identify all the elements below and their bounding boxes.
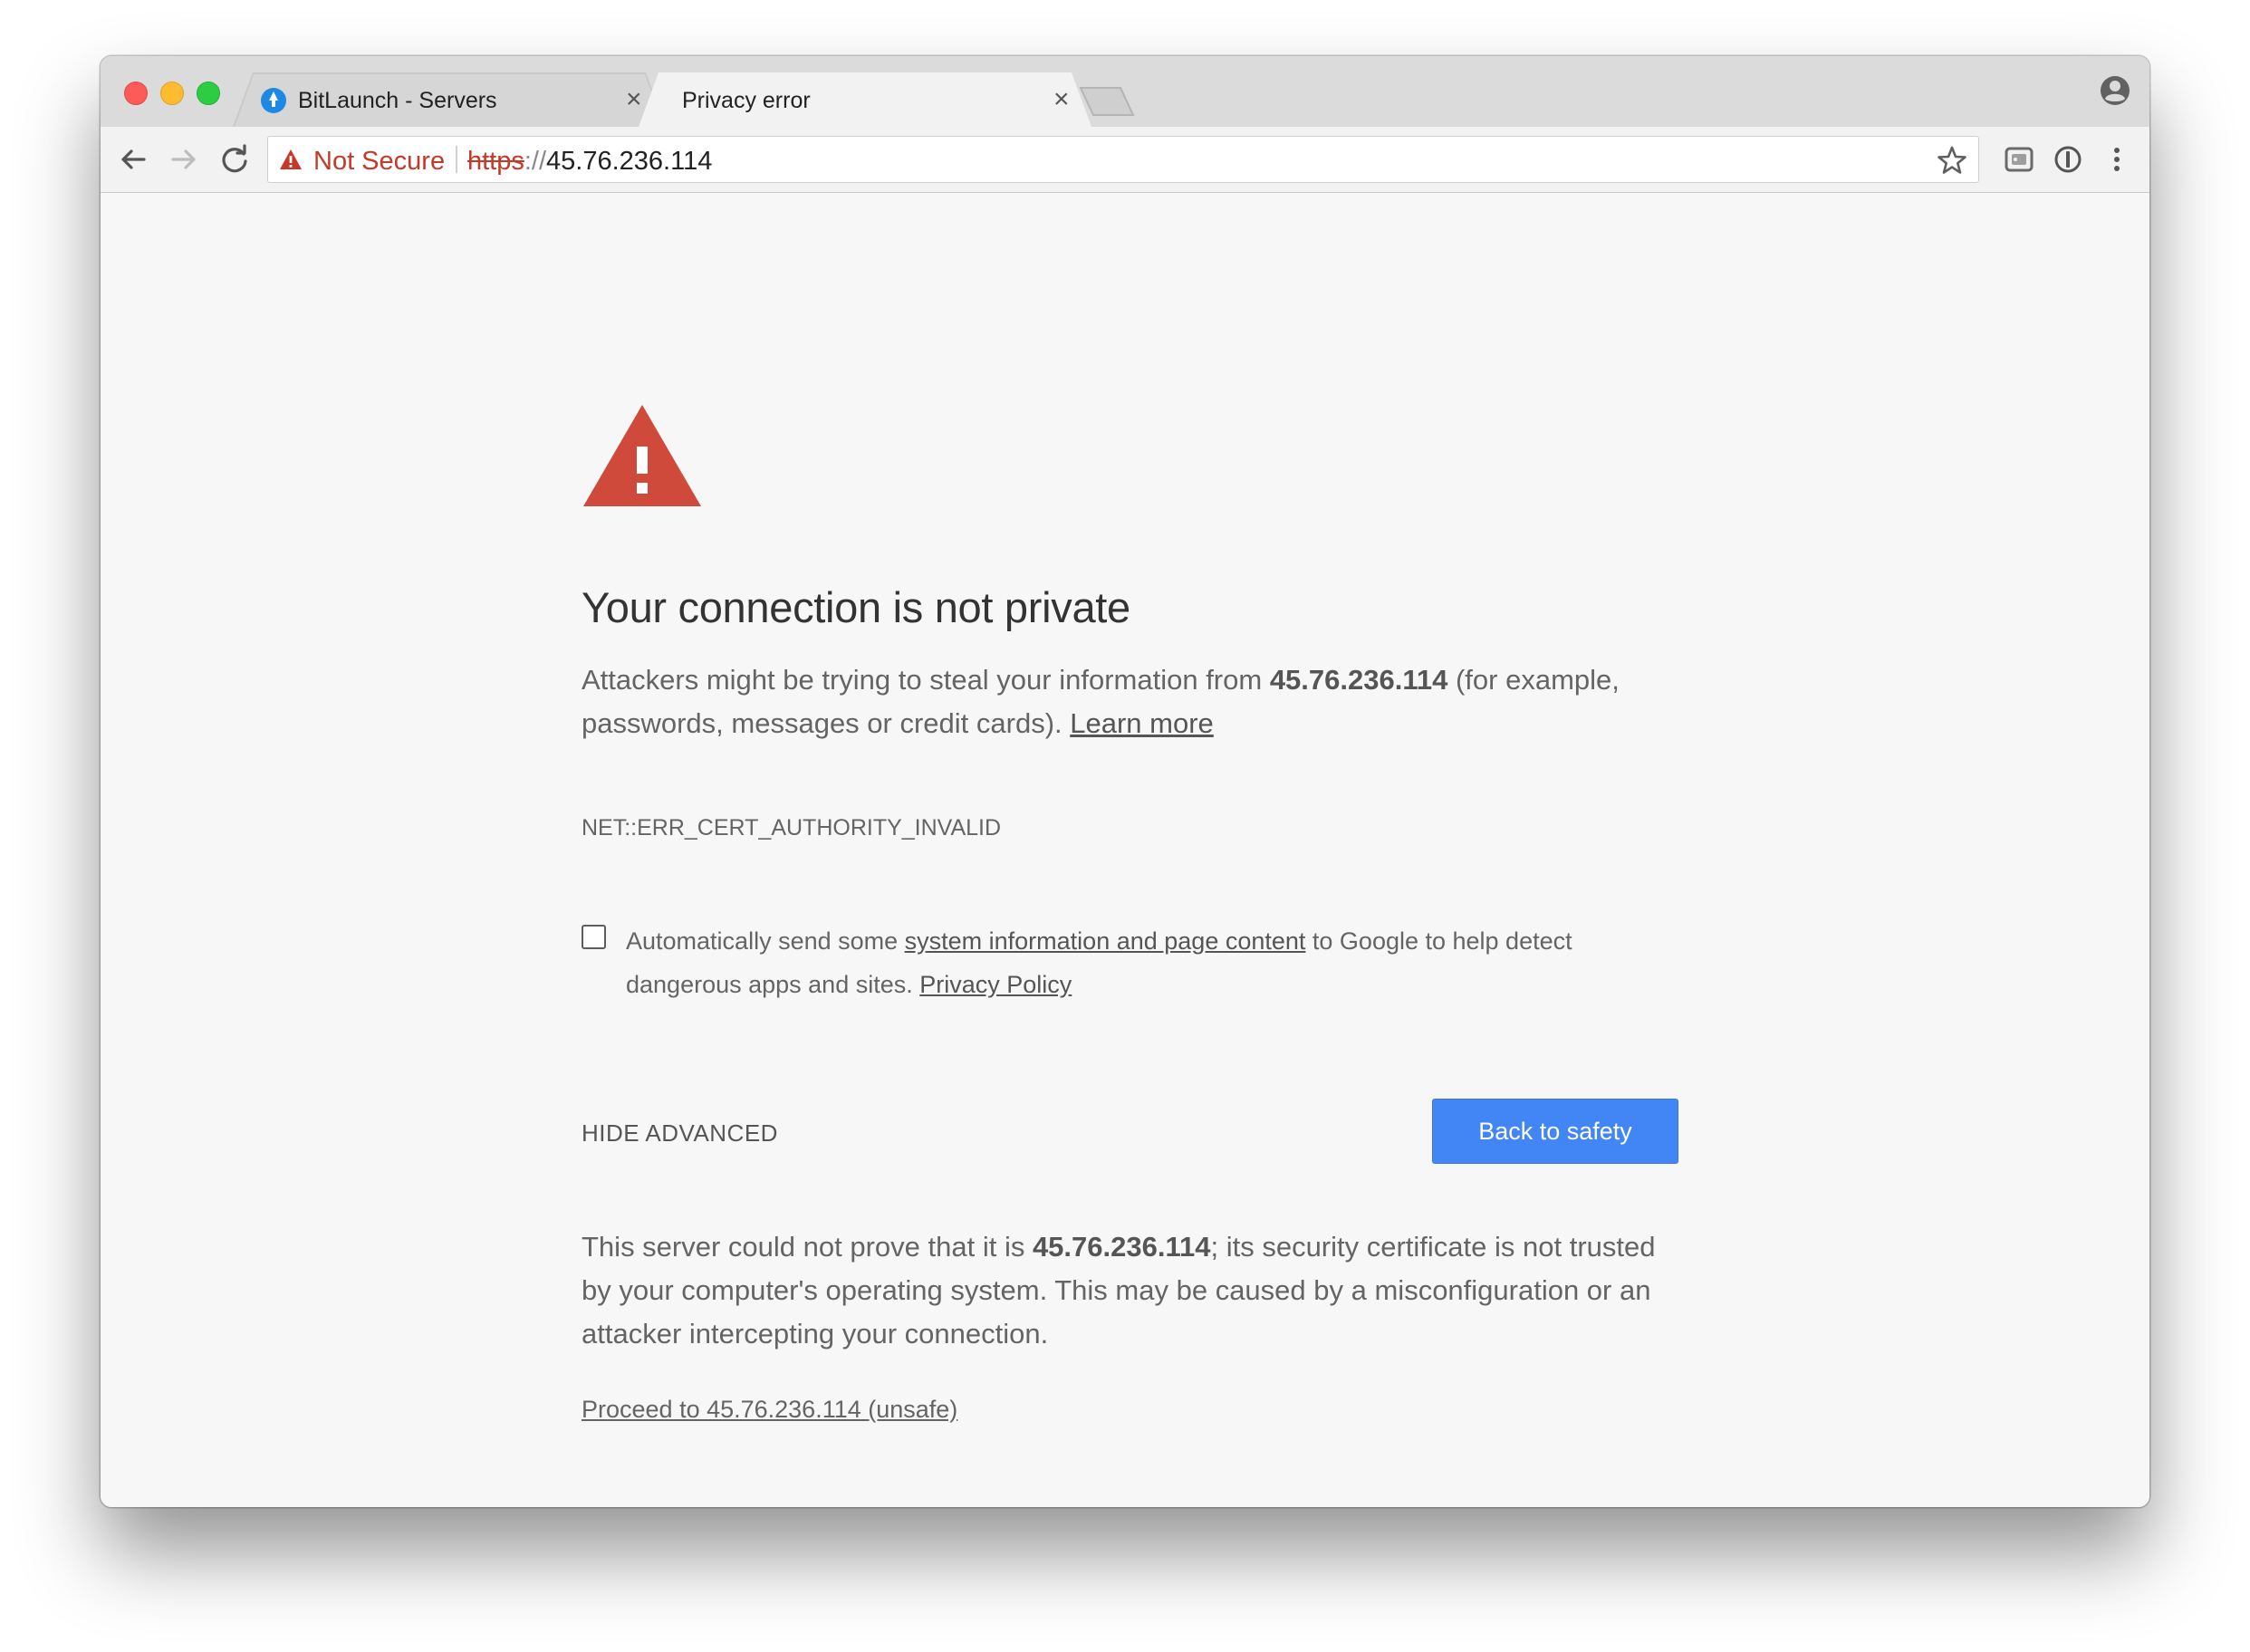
bitlaunch-favicon-icon — [261, 88, 286, 113]
tab-title: Privacy error — [682, 88, 811, 113]
tab-strip: BitLaunch - Servers × Privacy error × — [101, 56, 2149, 127]
close-tab-icon[interactable]: × — [1053, 83, 1070, 116]
browser-window: BitLaunch - Servers × Privacy error × No… — [101, 56, 2149, 1507]
proceed-unsafe-link[interactable]: Proceed to 45.76.236.114 (unsafe) — [582, 1396, 957, 1424]
tab-bitlaunch-servers[interactable]: BitLaunch - Servers × — [233, 72, 666, 127]
url-separator: :// — [524, 147, 547, 176]
forward-arrow-icon[interactable] — [166, 141, 202, 178]
page-content: Your connection is not private Attackers… — [101, 193, 2149, 1507]
security-status-label[interactable]: Not Secure — [313, 147, 445, 177]
extended-reporting-text: Automatically send some system informati… — [626, 919, 1686, 1006]
address-bar[interactable]: Not Secure https://45.76.236.114 — [267, 136, 1979, 183]
back-arrow-icon[interactable] — [115, 141, 151, 178]
not-secure-warning-icon[interactable] — [279, 149, 303, 170]
url-text[interactable]: https://45.76.236.114 — [467, 147, 712, 177]
system-information-link[interactable]: system information and page content — [905, 927, 1306, 955]
report-prefix: Automatically send some — [626, 927, 905, 955]
kebab-menu-icon[interactable] — [2099, 141, 2135, 178]
browser-toolbar: Not Secure https://45.76.236.114 — [101, 127, 2149, 193]
zoom-window-button[interactable] — [197, 82, 220, 105]
privacy-policy-link[interactable]: Privacy Policy — [919, 971, 1072, 998]
url-host: 45.76.236.114 — [546, 147, 713, 176]
learn-more-link[interactable]: Learn more — [1070, 707, 1214, 739]
back-to-safety-button[interactable]: Back to safety — [1432, 1099, 1678, 1164]
tab-title: BitLaunch - Servers — [298, 88, 497, 113]
page-title: Your connection is not private — [582, 583, 1130, 631]
host-name: 45.76.236.114 — [1269, 664, 1448, 696]
error-code: NET::ERR_CERT_AUTHORITY_INVALID — [582, 815, 1002, 840]
details-host: 45.76.236.114 — [1032, 1231, 1211, 1263]
hide-advanced-button[interactable]: HIDE ADVANCED — [582, 1119, 778, 1148]
extension-cast-icon[interactable] — [2001, 141, 2037, 178]
extended-reporting-checkbox[interactable] — [582, 925, 606, 949]
bookmark-star-icon[interactable] — [1937, 145, 1967, 176]
new-tab-button[interactable] — [1079, 87, 1135, 116]
password-manager-icon[interactable] — [2050, 141, 2086, 178]
details-prefix: This server could not prove that it is — [582, 1231, 1033, 1263]
details-message: This server could not prove that it is 4… — [582, 1225, 1659, 1356]
main-message: Attackers might be trying to steal your … — [582, 658, 1650, 745]
url-scheme: https — [467, 147, 524, 176]
tab-privacy-error[interactable]: Privacy error × — [639, 72, 1091, 127]
profile-icon[interactable] — [2099, 74, 2131, 107]
intro-prefix: Attackers might be trying to steal your … — [582, 664, 1270, 696]
reload-icon[interactable] — [216, 141, 253, 178]
warning-triangle-icon — [583, 405, 701, 506]
omnibox-divider — [456, 146, 457, 173]
close-window-button[interactable] — [124, 82, 148, 105]
minimize-window-button[interactable] — [160, 82, 184, 105]
